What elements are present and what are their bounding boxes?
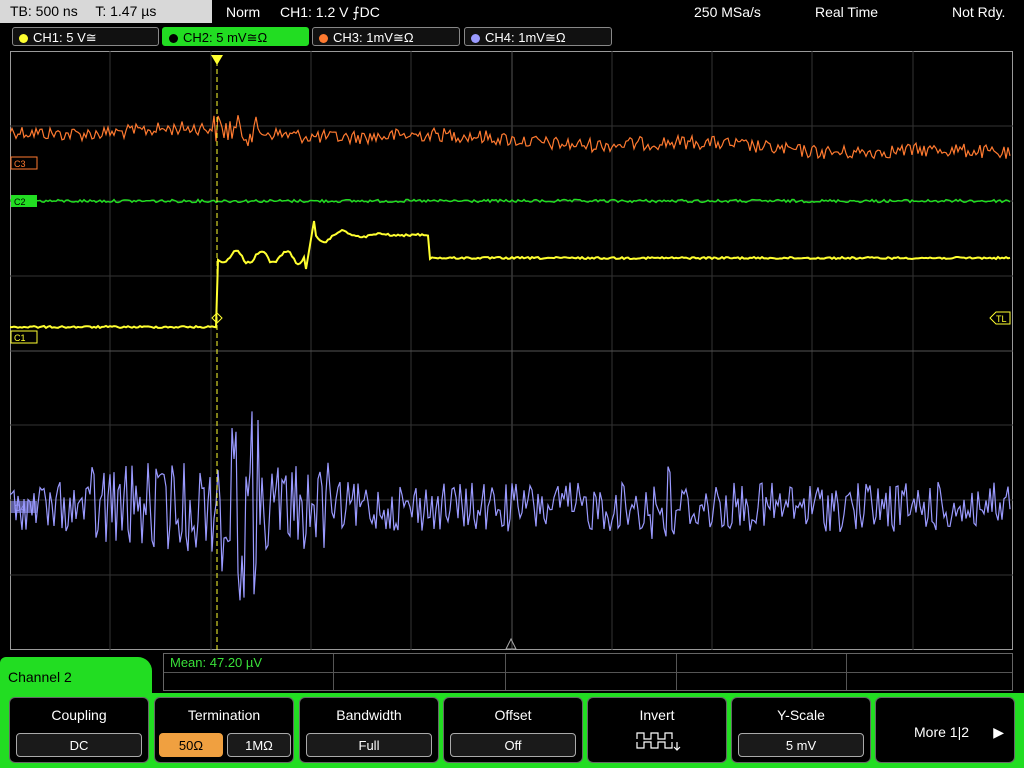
sample-rate: 250 MSa/s	[694, 4, 761, 20]
trigger-info[interactable]: CH1: 1.2 V ⨍DC	[280, 0, 380, 24]
termination-50ohm-option[interactable]: 50Ω	[159, 733, 223, 757]
trigger-level-label: TL	[996, 314, 1007, 324]
more-arrow-icon: ▶	[993, 724, 1004, 740]
readout-divider	[846, 654, 847, 690]
ch3-waveform	[10, 115, 1011, 160]
coupling-value[interactable]: DC	[16, 733, 142, 757]
termination-button[interactable]: Termination 50Ω 1MΩ	[154, 697, 294, 763]
ch4-marker-label: C4	[14, 503, 26, 513]
ch2-marker[interactable]: C2	[11, 195, 37, 207]
coupling-button[interactable]: Coupling DC	[9, 697, 149, 763]
tab-ch2-label: CH2: 5 mV≅Ω	[183, 30, 268, 45]
offset-button[interactable]: Offset Off	[443, 697, 583, 763]
offset-title: Offset	[494, 707, 532, 723]
invert-button[interactable]: Invert	[587, 697, 727, 763]
readout-divider	[505, 654, 506, 690]
mean-measurement[interactable]: Mean: 47.20 µV	[170, 655, 262, 670]
tab-ch1[interactable]: CH1: 5 V≅	[12, 27, 159, 46]
tab-ch3-label: CH3: 1mV≅Ω	[333, 30, 414, 45]
coupling-title: Coupling	[51, 707, 107, 723]
ch3-marker[interactable]: C3	[10, 156, 38, 170]
ch2-dot-icon	[169, 34, 178, 43]
readout-divider	[676, 654, 677, 690]
termination-title: Termination	[187, 707, 261, 723]
bandwidth-value[interactable]: Full	[306, 733, 432, 757]
ch2-marker-label: C2	[14, 197, 26, 207]
ch1-marker[interactable]: C1	[10, 330, 38, 344]
ch3-dot-icon	[319, 34, 328, 43]
horizontal-position-icon[interactable]	[505, 637, 517, 650]
tab-ch4[interactable]: CH4: 1mV≅Ω	[464, 27, 612, 46]
acquisition-state: Not Rdy.	[952, 4, 1006, 20]
waveform-display[interactable]: C3 C2 C1 C4 TL	[10, 51, 1013, 650]
tab-ch1-label: CH1: 5 V≅	[33, 30, 97, 45]
ch4-waveform	[10, 411, 1011, 601]
bandwidth-button[interactable]: Bandwidth Full	[299, 697, 439, 763]
offset-value[interactable]: Off	[450, 733, 576, 757]
more-label: More 1|2	[914, 724, 969, 740]
graticule	[10, 51, 1013, 650]
invert-waveform-icon	[636, 732, 681, 751]
trigger-level-marker[interactable]: TL	[989, 311, 1011, 325]
channel-bar: CH1: 5 V≅ CH2: 5 mV≅Ω CH3: 1mV≅Ω CH4: 1m…	[0, 27, 1024, 49]
ch1-marker-label: C1	[14, 333, 26, 343]
y-scale-button[interactable]: Y-Scale 5 mV	[731, 697, 871, 763]
invert-title: Invert	[639, 707, 675, 723]
acquisition-mode: Real Time	[815, 4, 879, 20]
tab-ch3[interactable]: CH3: 1mV≅Ω	[312, 27, 460, 46]
trigger-time-value: T: 1.47 µs	[95, 3, 157, 19]
tab-ch4-label: CH4: 1mV≅Ω	[485, 30, 566, 45]
ch1-dot-icon	[19, 34, 28, 43]
more-button[interactable]: More 1|2 ▶	[875, 697, 1015, 763]
readout-row	[164, 654, 1012, 673]
menu-title-channel2[interactable]: Channel 2	[0, 657, 152, 697]
timebase-box[interactable]: TB: 500 ns T: 1.47 µs	[0, 0, 212, 23]
ch4-marker[interactable]: C4	[11, 501, 37, 513]
termination-1mohm-option[interactable]: 1MΩ	[227, 733, 291, 757]
trigger-position-icon[interactable]	[211, 55, 223, 65]
softkey-bar: Coupling DC Termination 50Ω 1MΩ Bandwidt…	[0, 693, 1024, 768]
ch1-waveform	[10, 220, 1011, 330]
y-scale-value[interactable]: 5 mV	[738, 733, 864, 757]
readout-divider	[333, 654, 334, 690]
bandwidth-title: Bandwidth	[336, 707, 402, 723]
ch4-dot-icon	[471, 34, 480, 43]
status-bar: TB: 500 ns T: 1.47 µs Norm CH1: 1.2 V ⨍D…	[0, 0, 1024, 24]
y-scale-title: Y-Scale	[777, 707, 825, 723]
ch3-marker-label: C3	[14, 159, 26, 169]
tab-ch2[interactable]: CH2: 5 mV≅Ω	[162, 27, 309, 46]
measurement-readout: Mean: 47.20 µV	[163, 653, 1013, 691]
trigger-mode[interactable]: Norm	[226, 0, 260, 24]
timebase-value: TB: 500 ns	[10, 3, 78, 19]
